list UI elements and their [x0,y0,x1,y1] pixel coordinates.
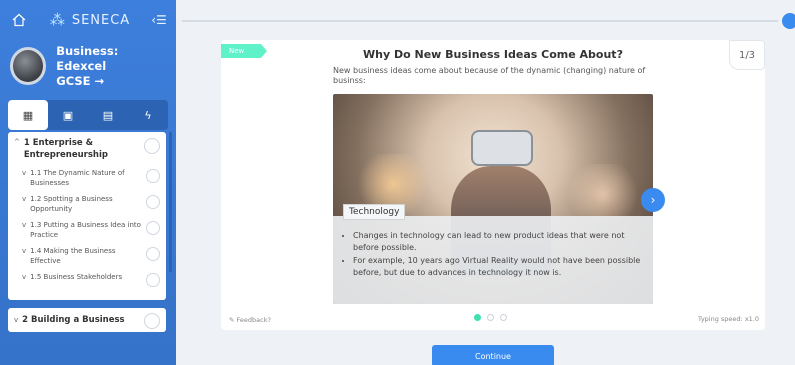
next-slide-button[interactable]: › [641,188,665,212]
tab-document[interactable]: ▤ [88,100,128,130]
vr-headset-icon [471,130,533,166]
brand[interactable]: ⁂ SENECA [30,11,150,29]
chapter-label: 2 Building a Business [22,315,125,325]
progress-circle [144,312,160,329]
chevron-right-icon: › [650,193,656,207]
chapter-item[interactable]: v 2 Building a Business [8,308,166,332]
chevron-down-icon: v [22,273,27,281]
progress-circle [146,169,160,183]
progress-circle [146,195,160,209]
slide-dot[interactable] [474,314,481,321]
section-label: 1.3 Putting a Business Idea into Practic… [30,221,141,239]
card-subtitle: New business ideas come about because of… [333,66,646,85]
learning-card: New 1/3 Why Do New Business Ideas Come A… [221,40,765,330]
sidebar-tabs: ▦ ▣ ▤ ϟ [8,100,168,130]
sidebar-topbar: ⁂ SENECA ‹☰ [0,0,176,40]
section-label: 1.1 The Dynamic Nature of Businesses [30,169,125,187]
slide-dot[interactable] [500,314,507,321]
feedback-link[interactable]: ✎ Feedback? [229,316,271,324]
progress-circle [146,247,160,261]
bullet-list: Changes in technology can lead to new pr… [345,230,645,280]
building-icon: ▦ [22,108,34,122]
tab-calendar[interactable]: ▣ [48,100,88,130]
home-icon[interactable] [8,9,30,31]
card-image: Technology Changes in technology can lea… [333,94,653,304]
course-header[interactable]: Business: Edexcel GCSE → [0,40,176,92]
chevron-down-icon: v [22,221,27,229]
course-title[interactable]: Business: Edexcel GCSE → [56,44,166,89]
section-item[interactable]: v 1.3 Putting a Business Idea into Pract… [8,217,166,243]
collapse-sidebar-icon[interactable]: ‹☰ [150,13,168,27]
slide-dots [474,314,507,321]
image-label: Technology [343,204,406,220]
lightning-icon: ϟ [144,108,152,122]
calendar-icon: ▣ [62,108,74,122]
chapter-label: 1 Enterprise & Entrepreneurship [23,138,108,160]
section-item[interactable]: v 1.1 The Dynamic Nature of Businesses [8,165,166,191]
bullet-item: Changes in technology can lead to new pr… [353,230,645,253]
outline-scrollbar[interactable] [169,132,172,272]
tab-building[interactable]: ▦ [8,100,48,130]
tab-lightning[interactable]: ϟ [128,100,168,130]
progress-circle [146,221,160,235]
chevron-down-icon: v [22,169,27,177]
seneca-logo-icon: ⁂ [49,11,66,29]
new-badge: New [221,44,267,58]
chapter-item[interactable]: ^ 1 Enterprise & Entrepreneurship [8,132,166,165]
card-counter: 1/3 [729,40,765,70]
slide-dot[interactable] [487,314,494,321]
section-label: 1.4 Making the Business Effective [30,247,116,265]
card-title: Why Do New Business Ideas Come About? [363,48,623,61]
bullet-item: For example, 10 years ago Virtual Realit… [353,255,645,278]
chevron-down-icon: v [22,247,27,255]
chevron-up-icon: ^ [14,138,20,146]
progress-circle [144,138,160,154]
section-label: 1.2 Spotting a Business Opportunity [30,195,113,213]
typing-speed[interactable]: Typing speed: x1.0 [698,315,759,323]
section-item[interactable]: v 1.2 Spotting a Business Opportunity [8,191,166,217]
continue-button[interactable]: Continue [432,345,554,365]
progress-circle [146,273,160,287]
chevron-down-icon: v [22,195,27,203]
session-progress-marker[interactable] [782,13,795,29]
brand-name: SENECA [71,12,131,28]
course-outline: ^ 1 Enterprise & Entrepreneurship v 1.1 … [8,132,166,300]
section-item[interactable]: v 1.4 Making the Business Effective [8,243,166,269]
section-label: 1.5 Business Stakeholders [30,273,123,281]
chevron-down-icon: v [14,316,19,324]
section-item[interactable]: v 1.5 Business Stakeholders [8,269,166,290]
document-icon: ▤ [102,108,114,122]
course-avatar [10,47,47,85]
session-progress-track [182,20,778,22]
feedback-icon: ✎ [229,316,237,324]
